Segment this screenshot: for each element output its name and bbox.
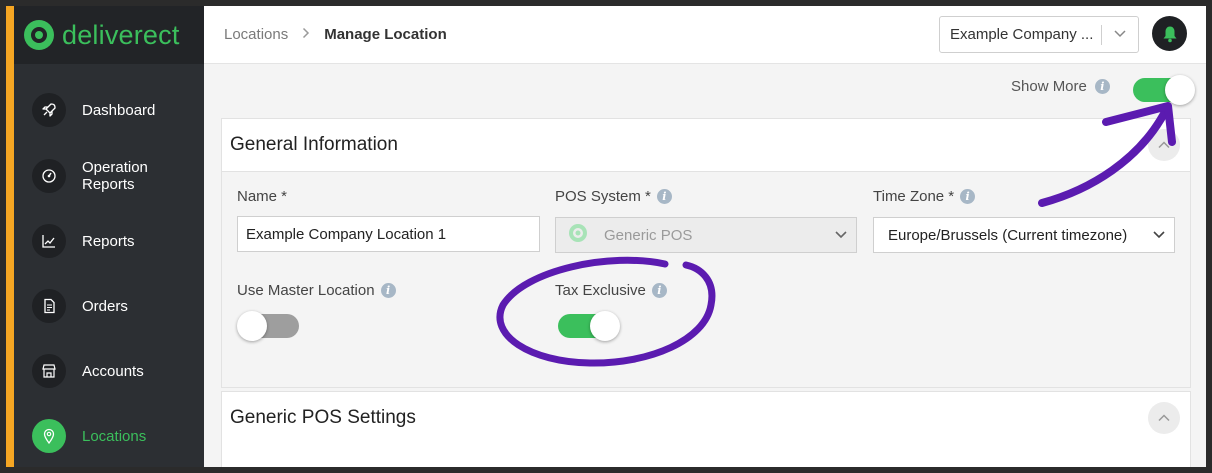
pos-system-value: Generic POS	[604, 226, 693, 244]
general-information-card: General Information Name * Example Compa…	[221, 118, 1191, 388]
generic-pos-settings-card: Generic POS Settings	[221, 391, 1191, 467]
info-icon[interactable]: i	[1094, 79, 1110, 94]
notifications-button[interactable]	[1152, 16, 1187, 51]
gauge-icon	[32, 159, 66, 193]
name-input[interactable]: Example Company Location 1	[237, 216, 540, 252]
info-icon[interactable]: i	[651, 283, 667, 298]
name-label-text: Name *	[237, 188, 288, 205]
collapse-button[interactable]	[1148, 129, 1180, 161]
general-information-body: Name * Example Company Location 1 POS Sy…	[222, 171, 1190, 387]
sidebar-item-label: Locations	[82, 427, 147, 445]
use-master-location-label: Use Master Location i	[237, 282, 396, 299]
name-label: Name *	[237, 188, 287, 205]
chevron-down-icon	[1113, 26, 1127, 44]
toggle-knob	[237, 311, 267, 341]
collapse-button[interactable]	[1148, 402, 1180, 434]
show-more-toggle[interactable]	[1133, 75, 1195, 105]
tax-exclusive-label-text: Tax Exclusive	[555, 282, 646, 299]
sidebar-item-reports[interactable]: Reports	[32, 224, 135, 258]
time-zone-label-text: Time Zone *	[873, 188, 955, 205]
use-master-location-toggle[interactable]	[237, 311, 299, 341]
time-zone-select[interactable]: Europe/Brussels (Current timezone)	[873, 217, 1175, 253]
breadcrumb-locations-link[interactable]: Locations	[224, 26, 288, 43]
sidebar-item-operation-reports[interactable]: Operation Reports	[32, 159, 172, 193]
sidebar-item-accounts[interactable]: Accounts	[32, 354, 144, 388]
pos-system-label-text: POS System *	[555, 188, 651, 205]
chevron-up-icon	[1158, 414, 1170, 422]
use-master-location-label-text: Use Master Location	[237, 282, 375, 299]
info-icon[interactable]: i	[960, 189, 976, 204]
time-zone-label: Time Zone * i	[873, 188, 976, 205]
select-divider	[1101, 25, 1102, 45]
bell-icon	[1163, 26, 1176, 42]
time-zone-value: Europe/Brussels (Current timezone)	[888, 226, 1128, 244]
toggle-knob	[1165, 75, 1195, 105]
app-window: deliverect Dashboard Operation Reports R…	[6, 6, 1206, 467]
show-more-label: Show More	[1011, 78, 1087, 95]
brand-name: deliverect	[62, 19, 180, 50]
tax-exclusive-label: Tax Exclusive i	[555, 282, 667, 299]
chevron-up-icon	[1158, 141, 1170, 149]
toggle-knob	[590, 311, 620, 341]
sidebar-item-label: Orders	[82, 297, 128, 315]
brand-logo[interactable]: deliverect	[14, 6, 204, 64]
sidebar-item-label: Dashboard	[82, 101, 156, 119]
generic-pos-logo-icon	[568, 223, 588, 247]
store-icon	[32, 354, 66, 388]
section-title: Generic POS Settings	[230, 407, 416, 428]
sidebar-item-label: Accounts	[82, 362, 144, 380]
sidebar: deliverect Dashboard Operation Reports R…	[14, 6, 204, 467]
company-select[interactable]: Example Company ...	[939, 16, 1139, 53]
sidebar-item-locations[interactable]: Locations	[32, 419, 146, 453]
sidebar-item-orders[interactable]: Orders	[32, 289, 128, 323]
page-title: Manage Location	[324, 26, 447, 43]
location-pin-icon	[32, 419, 66, 453]
info-icon[interactable]: i	[656, 189, 672, 204]
chevron-down-icon	[834, 227, 848, 245]
show-more-control: Show More i	[1011, 78, 1110, 95]
tax-exclusive-toggle[interactable]	[558, 311, 620, 341]
pos-system-select[interactable]: Generic POS	[555, 217, 857, 253]
sidebar-item-label: Operation Reports	[82, 159, 148, 193]
accent-bar	[6, 6, 14, 467]
main-content: Locations Manage Location Example Compan…	[204, 6, 1206, 467]
top-bar: Locations Manage Location Example Compan…	[204, 6, 1206, 64]
sidebar-item-label: Reports	[82, 232, 135, 250]
info-icon[interactable]: i	[380, 283, 396, 298]
company-select-value: Example Company ...	[950, 26, 1094, 43]
deliverect-logo-icon	[24, 20, 54, 50]
pos-system-label: POS System * i	[555, 188, 672, 205]
chevron-down-icon	[1152, 227, 1166, 245]
chevron-right-icon	[302, 26, 310, 43]
section-title: General Information	[230, 134, 398, 155]
rocket-icon	[32, 93, 66, 127]
document-icon	[32, 289, 66, 323]
sidebar-item-dashboard[interactable]: Dashboard	[32, 93, 155, 127]
chart-icon	[32, 224, 66, 258]
